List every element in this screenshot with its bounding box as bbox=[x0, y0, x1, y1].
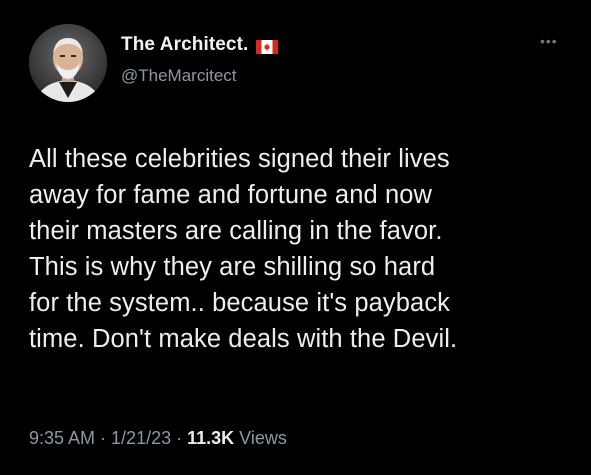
avatar-photo bbox=[29, 24, 107, 102]
tweet-time[interactable]: 9:35 AM bbox=[29, 428, 95, 448]
canada-flag-icon bbox=[256, 38, 279, 54]
author-display-name[interactable]: The Architect. bbox=[121, 34, 279, 56]
meta-separator-2: · bbox=[171, 428, 188, 448]
author-handle[interactable]: @TheMarcitect bbox=[121, 66, 237, 86]
tweet-meta: 9:35 AM · 1/21/23 · 11.3K Views bbox=[29, 428, 287, 449]
tweet-date[interactable]: 1/21/23 bbox=[111, 428, 171, 448]
tweet-text: All these celebrities signed their lives… bbox=[29, 145, 458, 353]
views-count[interactable]: 11.3K bbox=[187, 428, 234, 448]
avatar[interactable] bbox=[29, 24, 107, 102]
more-options-icon[interactable]: ••• bbox=[540, 34, 558, 48]
views-label: Views bbox=[234, 428, 287, 448]
author-name-text: The Architect. bbox=[121, 34, 249, 55]
tweet-card: The Architect. @TheMarcitect ••• All the… bbox=[0, 0, 591, 475]
meta-separator: · bbox=[95, 428, 112, 448]
